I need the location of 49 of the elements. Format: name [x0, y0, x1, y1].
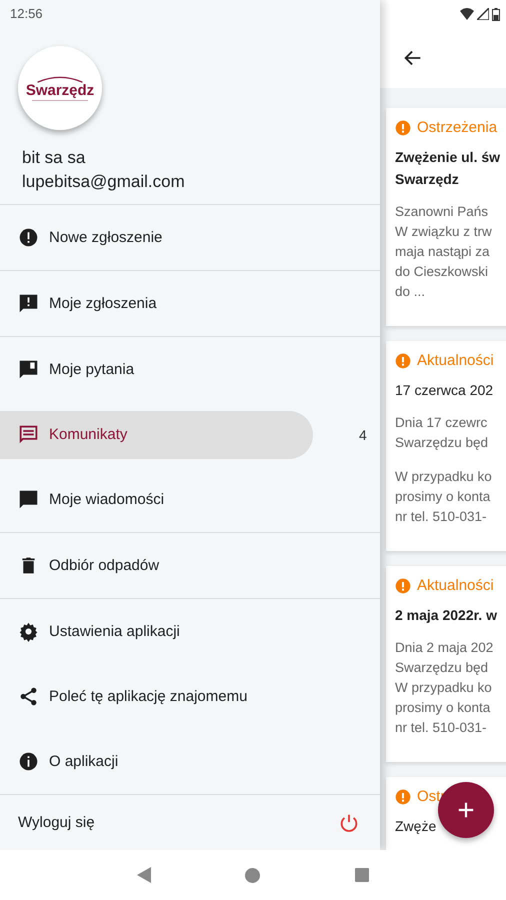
back-icon[interactable] — [137, 867, 152, 883]
card-title: Zwęże — [395, 817, 438, 836]
settings-icon — [18, 621, 39, 642]
status-time: 12:56 — [10, 6, 43, 21]
alert-icon — [395, 788, 411, 804]
feedback-icon — [18, 293, 39, 314]
menu-item[interactable]: Moje pytania — [0, 346, 313, 394]
alert-icon — [395, 352, 411, 368]
user-email: lupebitsa@gmail.com — [22, 171, 185, 194]
recents-icon[interactable] — [354, 868, 369, 882]
arc-icon — [36, 74, 84, 83]
menu-item[interactable]: Komunikaty — [0, 410, 313, 459]
card-title: 2 maja 2022r. w — [395, 606, 498, 625]
card-category: Ostrzeżenia — [417, 119, 498, 136]
menu-item[interactable]: Odbiór odpadów — [0, 542, 313, 590]
menu-item[interactable]: Nowe zgłoszenie — [0, 214, 313, 262]
card-text: W przypadku ko prosimy o konta nr tel. 510-031- — [395, 468, 493, 526]
card-title: Zwężenie ul. św Swarzędz — [395, 148, 502, 189]
alert-icon — [395, 120, 411, 136]
plus-icon — [457, 801, 475, 819]
message-icon — [18, 424, 39, 446]
info-icon — [18, 751, 39, 772]
card-text: Szanowni Pańs W związku z trw maja nastąpi za do Cieszkowski do ... — [395, 203, 493, 301]
news-card[interactable]: Ostrzeżenia Zwężenie ul. św Swarzędz Szanowni Pańs W związku z trw maja nastąpi za do Cieszkowski do ... — [386, 108, 506, 326]
menu-item[interactable]: Ustawienia aplikacji — [0, 608, 313, 656]
card-title: 17 czerwca 202 — [395, 381, 494, 400]
menu-item[interactable]: Moje zgłoszenia — [0, 280, 313, 328]
card-text: Dnia 2 maja 202 Swarzędzu będ W przypadku ko prosimy o konta nr tel. 510-031- — [395, 639, 494, 737]
card-category: Aktualności — [417, 577, 494, 594]
menu-item[interactable]: Moje wiadomości — [0, 476, 313, 524]
card-text: Dnia 17 czewrc Swarzędzu będ — [395, 414, 490, 452]
signal-icon — [477, 8, 489, 20]
logo-text: Swarzędz — [26, 82, 94, 99]
comment-icon — [18, 359, 39, 380]
share-icon — [18, 686, 39, 708]
alert-icon — [395, 578, 411, 594]
user-name: bit sa sa — [22, 147, 86, 170]
card-category: Aktualności — [417, 352, 494, 369]
battery-icon — [492, 8, 500, 20]
alert-icon — [18, 227, 39, 248]
menu-item[interactable]: O aplikacji — [0, 738, 313, 786]
logout-link[interactable]: Wyloguj się — [18, 814, 95, 832]
menu-item[interactable]: Poleć tę aplikację znajomemu — [0, 672, 313, 721]
chat-icon — [18, 489, 39, 510]
news-card[interactable]: Aktualności 17 czerwca 202 Dnia 17 czewrc Swarzędzu będ W przypadku ko prosimy o konta nr tel. 510-031- — [386, 341, 506, 551]
unread-count: 4 — [359, 426, 367, 443]
wifi-icon — [460, 8, 474, 20]
home-icon[interactable] — [245, 868, 260, 882]
news-card[interactable]: Aktualności 2 maja 2022r. w Dnia 2 maja 202 Swarzędzu będ W przypadku ko prosimy o konta nr tel. 510-031- — [386, 566, 506, 762]
